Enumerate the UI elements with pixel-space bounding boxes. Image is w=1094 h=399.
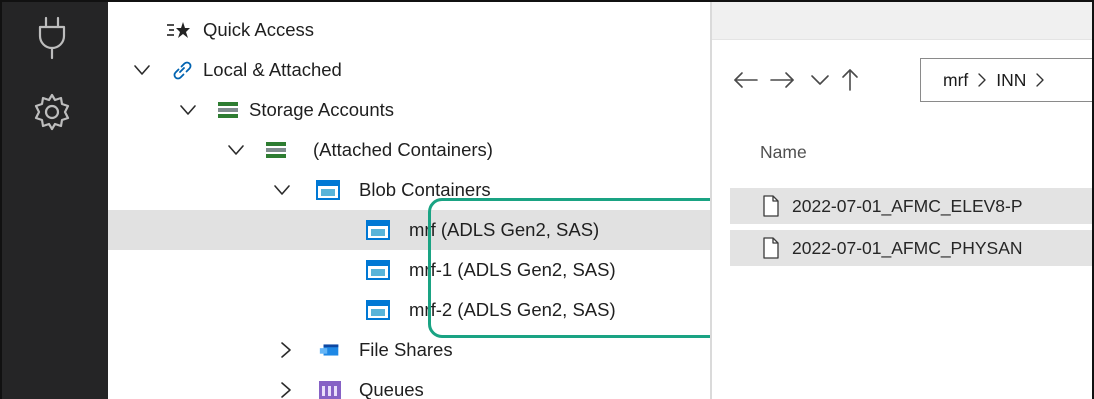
chevron-down-icon[interactable]	[226, 140, 246, 160]
storage-accounts-icon	[216, 99, 240, 121]
arrow-left-icon[interactable]	[732, 64, 760, 96]
tree-item-queues[interactable]: Queues	[108, 370, 710, 399]
chevron-right-icon	[1035, 72, 1045, 88]
breadcrumb[interactable]: mrf INN	[920, 58, 1092, 102]
tree-item-label: Local & Attached	[203, 59, 342, 80]
chevron-right-icon[interactable]	[276, 340, 296, 360]
chevron-right-icon	[977, 72, 987, 88]
tree-item-label: Blob Containers	[359, 179, 491, 200]
activity-bar	[2, 2, 108, 399]
explorer-pane: mrf INN Name 2022-07-01_AFMC_ELEV8-P 202…	[712, 2, 1092, 399]
tree-item-label: mrf-1 (ADLS Gen2, SAS)	[409, 259, 616, 280]
file-shares-icon	[318, 339, 342, 361]
quick-access-icon	[166, 19, 190, 41]
arrow-right-icon[interactable]	[768, 64, 796, 96]
file-name: 2022-07-01_AFMC_ELEV8-P	[792, 195, 1023, 216]
queues-icon	[318, 379, 342, 399]
tree-item-quick-access[interactable]: Quick Access	[108, 10, 710, 50]
tree-item-label: Queues	[359, 379, 424, 399]
tree-item-label: mrf-2 (ADLS Gen2, SAS)	[409, 299, 616, 320]
tree-item-mrf[interactable]: mrf (ADLS Gen2, SAS)	[108, 210, 710, 250]
tree-item-label: (Attached Containers)	[313, 139, 493, 160]
tree-item-storage-accounts[interactable]: Storage Accounts	[108, 90, 710, 130]
file-row[interactable]: 2022-07-01_AFMC_ELEV8-P	[730, 188, 1092, 224]
arrow-up-icon[interactable]	[836, 64, 864, 96]
tree-item-attached-containers[interactable]: (Attached Containers)	[108, 130, 710, 170]
tree-item-blob-containers[interactable]: Blob Containers	[108, 170, 710, 210]
chevron-down-icon[interactable]	[272, 180, 292, 200]
link-icon	[170, 59, 194, 81]
storage-accounts-icon	[264, 139, 288, 161]
file-icon	[762, 237, 780, 264]
breadcrumb-item[interactable]: mrf	[943, 70, 968, 91]
tree-panel: Quick Access Local & Attached Storage Ac…	[108, 2, 798, 399]
tree-item-mrf-2[interactable]: mrf-2 (ADLS Gen2, SAS)	[108, 290, 710, 330]
blob-container-icon	[366, 299, 390, 321]
tree-item-label: mrf (ADLS Gen2, SAS)	[409, 219, 600, 240]
chevron-down-icon[interactable]	[806, 64, 834, 96]
blob-container-icon	[366, 219, 390, 241]
tree-item-file-shares[interactable]: File Shares	[108, 330, 710, 370]
tree-item-local-attached[interactable]: Local & Attached	[108, 50, 710, 90]
chevron-down-icon[interactable]	[178, 100, 198, 120]
tree-item-label: File Shares	[359, 339, 453, 360]
tree-item-label: Storage Accounts	[249, 99, 395, 120]
column-header-name[interactable]: Name	[760, 142, 807, 163]
tab-strip	[712, 2, 1092, 40]
file-row[interactable]: 2022-07-01_AFMC_PHYSAN	[730, 230, 1092, 266]
tree-item-mrf-1[interactable]: mrf-1 (ADLS Gen2, SAS)	[108, 250, 710, 290]
chevron-right-icon[interactable]	[276, 380, 296, 399]
blob-containers-icon	[316, 179, 340, 201]
plug-icon[interactable]	[24, 10, 80, 66]
tree-item-label: Quick Access	[203, 19, 315, 40]
chevron-down-icon[interactable]	[132, 60, 152, 80]
file-icon	[762, 195, 780, 222]
gear-icon[interactable]	[24, 84, 80, 140]
blob-container-icon	[366, 259, 390, 281]
app-window: Quick Access Local & Attached Storage Ac…	[0, 0, 1094, 399]
breadcrumb-item[interactable]: INN	[996, 70, 1026, 91]
file-name: 2022-07-01_AFMC_PHYSAN	[792, 237, 1023, 258]
